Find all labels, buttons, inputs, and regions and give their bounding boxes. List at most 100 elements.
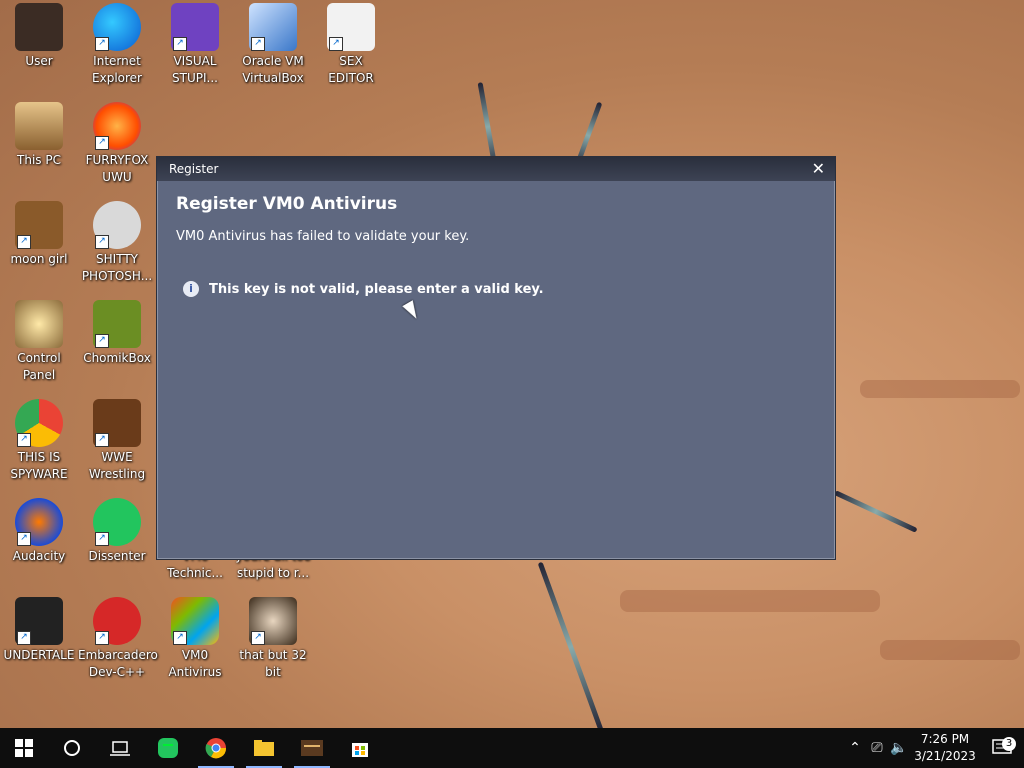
dialog-heading: Register VM0 Antivirus — [176, 194, 398, 214]
desktop-icon-label: that but 32 bit — [239, 648, 307, 679]
visual-studio-icon: ↗ — [171, 3, 219, 51]
shortcut-arrow-icon: ↗ — [95, 334, 109, 348]
chomikbox-icon: ↗ — [93, 300, 141, 348]
sex-editor-icon: ↗ — [327, 3, 375, 51]
clock[interactable]: 7:26 PM 3/21/2023 — [910, 731, 980, 765]
shortcut-arrow-icon: ↗ — [329, 37, 343, 51]
desktop-icon-label: THIS IS SPYWARE — [10, 450, 68, 481]
desktop-icon-chomikbox[interactable]: ↗ ChomikBox — [78, 300, 156, 367]
start-button[interactable] — [0, 728, 48, 768]
desktop-icon-gimp[interactable]: ↗ SHITTY PHOTOSH... — [78, 201, 156, 285]
desktop-icon-devcpp[interactable]: ↗ Embarcadero Dev-C++ — [78, 597, 158, 681]
firefox-icon: ↗ — [93, 102, 141, 150]
taskbar: ⌃ ⎚ 🔈 7:26 PM 3/21/2023 3 — [0, 728, 1024, 768]
dialog-titlebar[interactable]: Register ✕ — [157, 157, 835, 181]
shortcut-arrow-icon: ↗ — [95, 631, 109, 645]
desktop-icon-user[interactable]: User — [0, 3, 78, 70]
clock-time: 7:26 PM — [920, 732, 970, 746]
error-text: This key is not valid, please enter a va… — [209, 281, 544, 297]
desktop-icon-label: Internet Explorer — [92, 54, 142, 85]
desktop-icon-label: UNDERTALE — [3, 648, 75, 662]
shortcut-arrow-icon: ↗ — [173, 37, 187, 51]
taskbar-store[interactable] — [336, 728, 384, 768]
error-message: i This key is not valid, please enter a … — [183, 281, 544, 297]
taskbar-chrome[interactable] — [192, 728, 240, 768]
internet-explorer-icon: ↗ — [93, 3, 141, 51]
desktop-icon-label: Oracle VM VirtualBox — [242, 54, 304, 85]
vm0-antivirus-shield-icon: ↗ — [171, 597, 219, 645]
desktop-icon-label: WWE Wrestling — [88, 450, 146, 481]
desktop-icon-label: VISUAL STUPI... — [172, 54, 218, 85]
notification-badge: 3 — [1002, 737, 1016, 751]
desktop-icon-this-pc[interactable]: This PC — [0, 102, 78, 169]
info-icon: i — [183, 281, 199, 297]
desktop-icon-sex-editor[interactable]: ↗ SEX EDITOR — [312, 3, 390, 87]
desktop-icon-visual-studio[interactable]: ↗ VISUAL STUPI... — [156, 3, 234, 87]
unity-icon: ↗ — [15, 597, 63, 645]
shortcut-arrow-icon: ↗ — [95, 37, 109, 51]
shortcut-arrow-icon: ↗ — [173, 631, 187, 645]
desktop-icon-label: FURRYFOX UWU — [85, 153, 149, 184]
network-icon[interactable]: ⎚ — [866, 740, 888, 756]
desktop-icon-vm0-antivirus-shield[interactable]: ↗ VM0 Antivirus — [156, 597, 234, 681]
desktop-icon-label: User — [25, 54, 53, 68]
wallpaper-detail — [880, 640, 1020, 660]
shortcut-arrow-icon: ↗ — [251, 631, 265, 645]
taskbar-dissenter[interactable] — [144, 728, 192, 768]
virtualbox-icon: ↗ — [249, 3, 297, 51]
desktop-icon-label: VM0 Antivirus — [168, 648, 222, 679]
desktop-icon-firefox[interactable]: ↗ FURRYFOX UWU — [78, 102, 156, 186]
windows-logo-icon — [15, 739, 33, 757]
wwe-wrestling-icon: ↗ — [93, 399, 141, 447]
desktop-icon-virtualbox[interactable]: ↗ Oracle VM VirtualBox — [234, 3, 312, 87]
desktop-icon-label: Embarcadero Dev-C++ — [78, 648, 158, 679]
chrome-icon: ↗ — [15, 399, 63, 447]
desktop-icon-portrait[interactable]: ↗ that but 32 bit — [234, 597, 312, 681]
clock-date: 3/21/2023 — [914, 749, 976, 763]
shortcut-arrow-icon: ↗ — [17, 631, 31, 645]
desktop-icon-wwe-wrestling[interactable]: ↗ WWE Wrestling — [78, 399, 156, 483]
wallpaper-needle — [537, 561, 604, 733]
this-pc-icon — [15, 102, 63, 150]
dialog-title: Register — [169, 162, 219, 176]
chevron-up-icon[interactable]: ⌃ — [844, 740, 866, 756]
task-view-icon — [110, 741, 130, 756]
close-icon[interactable]: ✕ — [812, 161, 825, 177]
desktop-icon-label: Audacity — [12, 549, 66, 563]
control-panel-icon — [15, 300, 63, 348]
taskbar-file-explorer[interactable] — [240, 728, 288, 768]
desktop-icon-internet-explorer[interactable]: ↗ Internet Explorer — [78, 3, 156, 87]
shortcut-arrow-icon: ↗ — [95, 235, 109, 249]
audacity-icon: ↗ — [15, 498, 63, 546]
wallpaper-needle — [833, 490, 918, 533]
store-icon — [352, 743, 368, 757]
desktop-icon-moon-girl[interactable]: ↗ moon girl — [0, 201, 78, 268]
desktop-icon-label: This PC — [17, 153, 61, 167]
wallpaper-detail — [620, 590, 880, 612]
desktop-icon-dissenter[interactable]: ↗ Dissenter — [78, 498, 156, 565]
search-circle-icon — [64, 740, 80, 756]
desktop-icon-audacity[interactable]: ↗ Audacity — [0, 498, 78, 565]
portrait-icon: ↗ — [249, 597, 297, 645]
moon-girl-icon: ↗ — [15, 201, 63, 249]
desktop-icon-unity[interactable]: ↗ UNDERTALE — [0, 597, 78, 664]
shortcut-arrow-icon: ↗ — [251, 37, 265, 51]
taskbar-app[interactable] — [288, 728, 336, 768]
desktop-icon-label: Control Panel — [17, 351, 61, 382]
dialog-subtitle: VM0 Antivirus has failed to validate you… — [176, 229, 470, 244]
desktop-icon-chrome[interactable]: ↗ THIS IS SPYWARE — [0, 399, 78, 483]
shortcut-arrow-icon: ↗ — [95, 136, 109, 150]
dissenter-icon: ↗ — [93, 498, 141, 546]
chrome-icon — [205, 738, 227, 759]
task-view-button[interactable] — [96, 728, 144, 768]
folder-icon — [254, 740, 274, 756]
volume-muted-icon[interactable]: 🔈 — [888, 740, 910, 756]
desktop-icon-label: moon girl — [10, 252, 68, 266]
dissenter-icon — [158, 738, 178, 758]
register-dialog: Register ✕ Register VM0 Antivirus VM0 An… — [156, 156, 836, 560]
notification-button[interactable]: 3 — [980, 737, 1024, 757]
desktop-icon-control-panel[interactable]: Control Panel — [0, 300, 78, 384]
shortcut-arrow-icon: ↗ — [17, 235, 31, 249]
search-button[interactable] — [48, 728, 96, 768]
shortcut-arrow-icon: ↗ — [17, 433, 31, 447]
